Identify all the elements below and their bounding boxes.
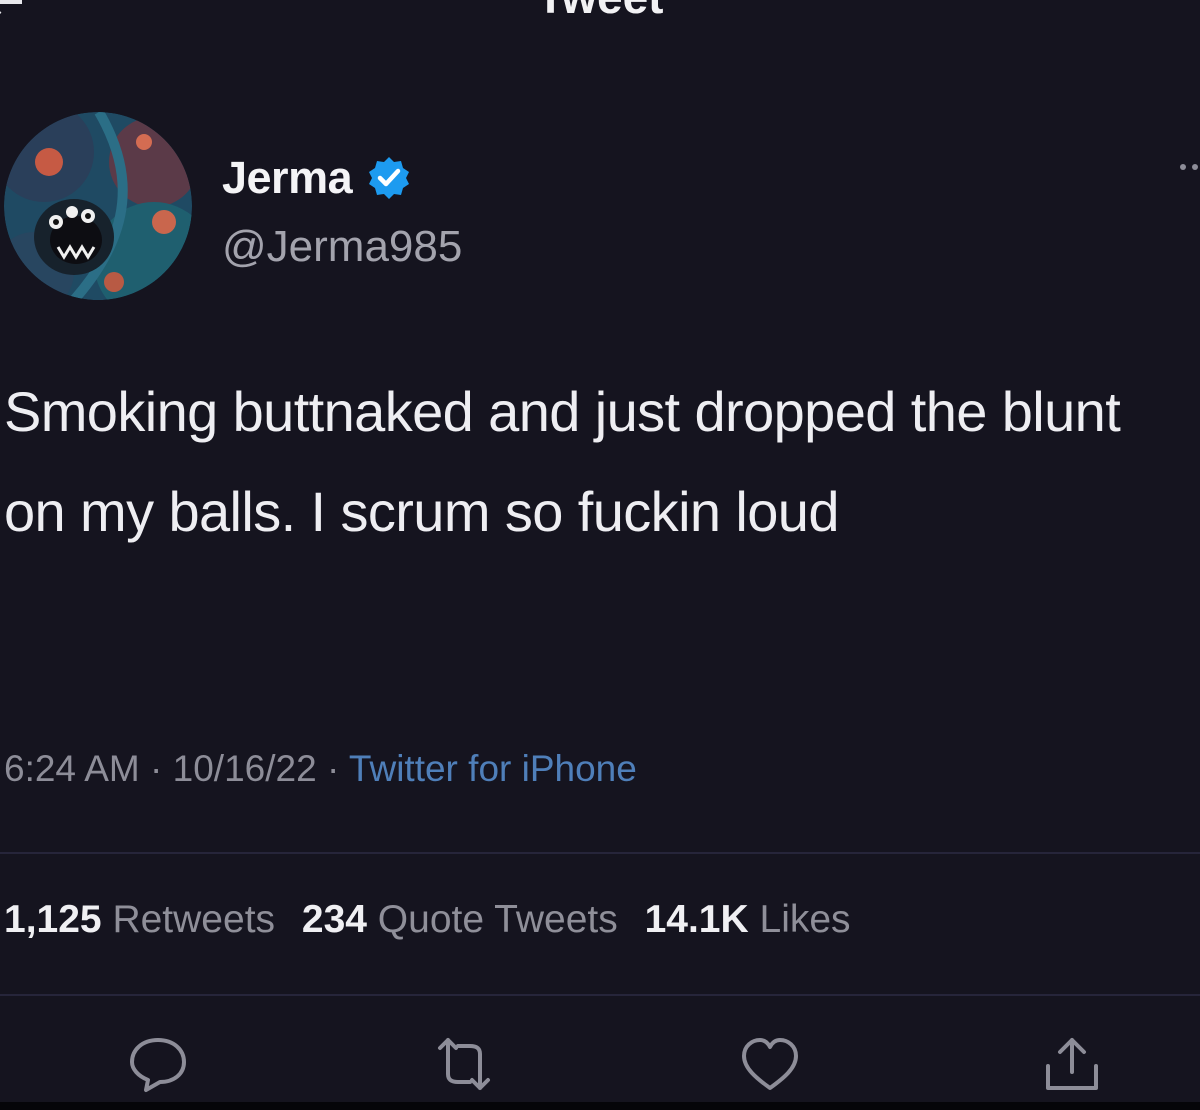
tweet-screen: Tweet Jerma <box>0 0 1200 1110</box>
quotes-count: 234 <box>301 898 367 941</box>
tweet-text: Smoking buttnaked and just dropped the b… <box>4 380 1121 543</box>
display-name[interactable]: Jerma <box>222 152 353 204</box>
retweets-count: 1,125 <box>4 898 102 941</box>
likes-stat[interactable]: 14.1K Likes <box>645 898 867 941</box>
page-title: Tweet <box>0 0 1200 24</box>
avatar[interactable] <box>4 112 192 300</box>
bottom-edge <box>0 1102 1200 1110</box>
author-name-row[interactable]: Jerma <box>222 150 412 206</box>
share-icon[interactable] <box>1040 1034 1104 1094</box>
likes-label: Likes <box>759 898 851 941</box>
quotes-stat[interactable]: 234 Quote Tweets <box>302 898 645 941</box>
retweets-label: Retweets <box>112 898 276 941</box>
meta-separator: · <box>326 748 340 789</box>
divider <box>0 994 1200 996</box>
author-handle[interactable]: @Jerma985 <box>222 222 462 272</box>
tweet-date: 10/16/22 <box>172 748 317 789</box>
retweet-icon[interactable] <box>432 1034 496 1094</box>
verified-badge-icon <box>369 157 410 199</box>
tweet-source-link[interactable]: Twitter for iPhone <box>349 748 637 789</box>
tweet-meta: 6:24 AM · 10/16/22 · Twitter for iPhone <box>4 748 637 790</box>
heart-icon[interactable] <box>738 1034 802 1094</box>
likes-count: 14.1K <box>644 898 749 941</box>
tweet-stats: 1,125 Retweets 234 Quote Tweets 14.1K Li… <box>4 898 867 942</box>
quotes-label: Quote Tweets <box>377 898 618 941</box>
reply-icon[interactable] <box>126 1034 190 1094</box>
meta-separator: · <box>150 748 163 789</box>
divider <box>0 852 1200 854</box>
more-options-icon[interactable] <box>1178 160 1200 174</box>
tweet-time: 6:24 AM <box>4 748 140 789</box>
retweets-stat[interactable]: 1,125 Retweets <box>4 898 302 941</box>
